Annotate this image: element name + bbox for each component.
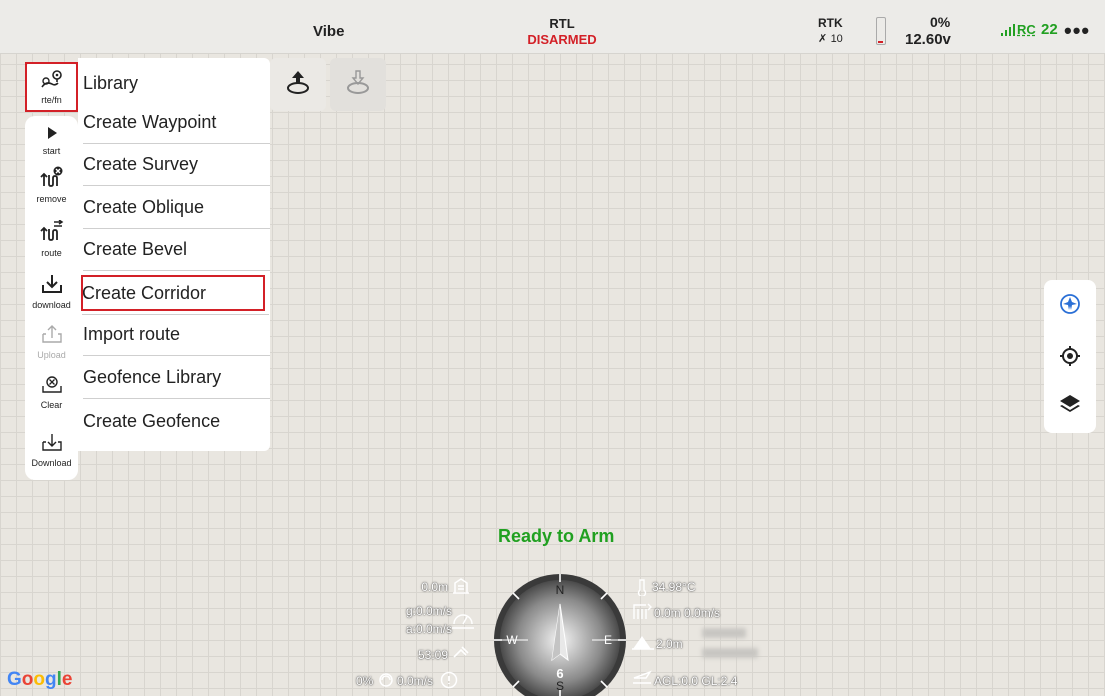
ground-speed-value: g:0.0m/s [405, 604, 452, 618]
flight-mode[interactable]: RTL [524, 16, 600, 31]
menu-item-create-waypoint[interactable]: Create Waypoint [83, 105, 270, 144]
altitude-value: 0.0m [421, 580, 448, 594]
compass-east: E [604, 633, 612, 647]
compass-west: W [506, 633, 518, 647]
temperature-icon [636, 578, 648, 599]
clear-label: Clear [40, 400, 63, 410]
vehicle-status-message: Ready to Arm [498, 526, 615, 546]
clear-button[interactable]: Clear [25, 374, 78, 410]
download-button[interactable]: download [25, 274, 78, 310]
distance-value: 2.0m [656, 637, 683, 651]
map-layers-button[interactable] [1056, 392, 1084, 420]
route-icon [39, 219, 64, 247]
agl-plane-icon [632, 668, 652, 687]
menu-item-create-survey[interactable]: Create Survey [83, 147, 270, 186]
remove-route-icon [39, 166, 64, 193]
redacted-info [702, 628, 746, 638]
menu-item-create-bevel[interactable]: Create Bevel [83, 232, 270, 271]
start-button[interactable]: start [25, 126, 78, 156]
signal-bars-icon [1001, 24, 1017, 39]
takeoff-icon [284, 68, 312, 101]
satellite-count-value: 10 [830, 33, 843, 45]
locate-vehicle-button[interactable] [1056, 292, 1084, 320]
temperature-value: 34.98°C [652, 580, 696, 594]
download-tray-icon [41, 432, 63, 457]
redacted-info [702, 648, 758, 658]
altitude-icon [452, 578, 470, 597]
compass-heading: 6 [556, 666, 563, 681]
agl-value: AGL:0.0 GL:2.4 [654, 674, 738, 688]
remove-button[interactable]: remove [25, 166, 78, 204]
route-label: route [41, 248, 62, 258]
route-menu: Library Create Waypoint Create Survey Cr… [78, 58, 270, 451]
route-function-label: rte/fn [41, 95, 62, 105]
play-icon [45, 126, 59, 145]
menu-item-import-route[interactable]: Import route [83, 317, 270, 356]
route-button[interactable]: route [25, 219, 78, 258]
compass-north: N [556, 583, 565, 597]
wind-icon [377, 671, 395, 692]
upload-button[interactable]: Upload [25, 324, 78, 360]
download-mission-label: Download [31, 458, 72, 468]
more-menu-button[interactable]: ••• [1064, 18, 1090, 44]
battery-percent: 0% [930, 14, 951, 30]
vehicle-name[interactable]: Vibe [313, 23, 344, 40]
crosshair-icon [1058, 344, 1082, 373]
throttle-value: 0% [356, 674, 374, 688]
route-pin-icon [40, 69, 64, 94]
compass-widget: N S W E 6 [494, 574, 626, 696]
compass-south: S [556, 679, 564, 693]
route-function-button[interactable]: rte/fn [25, 62, 78, 112]
layers-icon [1058, 392, 1082, 421]
download-icon [41, 274, 63, 299]
battery-icon[interactable] [876, 17, 886, 45]
climb-icon [632, 602, 652, 623]
climb-value: 0.0m 0.0m/s [654, 606, 721, 620]
menu-item-create-oblique[interactable]: Create Oblique [83, 190, 270, 229]
speed-icon [452, 610, 474, 633]
menu-item-create-geofence[interactable]: Create Geofence [83, 404, 265, 438]
rc-value: 22 [1041, 21, 1058, 38]
land-button[interactable] [330, 58, 386, 111]
land-icon [344, 68, 372, 101]
takeoff-button[interactable] [270, 58, 326, 111]
map-controls [1044, 280, 1096, 433]
arm-state[interactable]: DISARMED [520, 32, 604, 47]
menu-item-geofence-library[interactable]: Geofence Library [83, 360, 270, 399]
start-label: start [42, 146, 61, 156]
download-label: download [32, 300, 71, 310]
wind-speed-value: 0.0m/s [397, 674, 434, 688]
download-mission-button[interactable]: Download [25, 432, 78, 468]
info-icon [440, 671, 458, 692]
satellite-count[interactable]: ✗ 10 [818, 31, 843, 45]
gps-fix-label[interactable]: RTK [818, 16, 843, 30]
air-speed-value: a:0.0m/s [405, 622, 452, 636]
rc-label[interactable]: RC [1017, 22, 1036, 37]
my-location-button[interactable] [1056, 344, 1084, 372]
remove-label: remove [36, 194, 67, 204]
flight-time-icon [452, 645, 470, 664]
terrain-icon [632, 634, 654, 653]
tool-rail: start remove route download Upload Clear… [25, 116, 78, 480]
menu-item-create-corridor[interactable]: Create Corridor [81, 275, 269, 315]
upload-label: Upload [37, 350, 66, 360]
top-status-bar: Vibe RTL DISARMED RTK ✗ 10 0% 12.60v RC … [0, 0, 1105, 54]
satellite-icon: ✗ [818, 33, 828, 45]
google-logo: Google [7, 669, 73, 690]
clear-icon [41, 374, 63, 399]
menu-item-library[interactable]: Library [83, 66, 265, 100]
flight-time-value: 53:09 [417, 648, 448, 662]
vehicle-locate-icon [1058, 292, 1082, 321]
battery-voltage: 12.60v [905, 31, 951, 48]
upload-icon [41, 324, 63, 349]
